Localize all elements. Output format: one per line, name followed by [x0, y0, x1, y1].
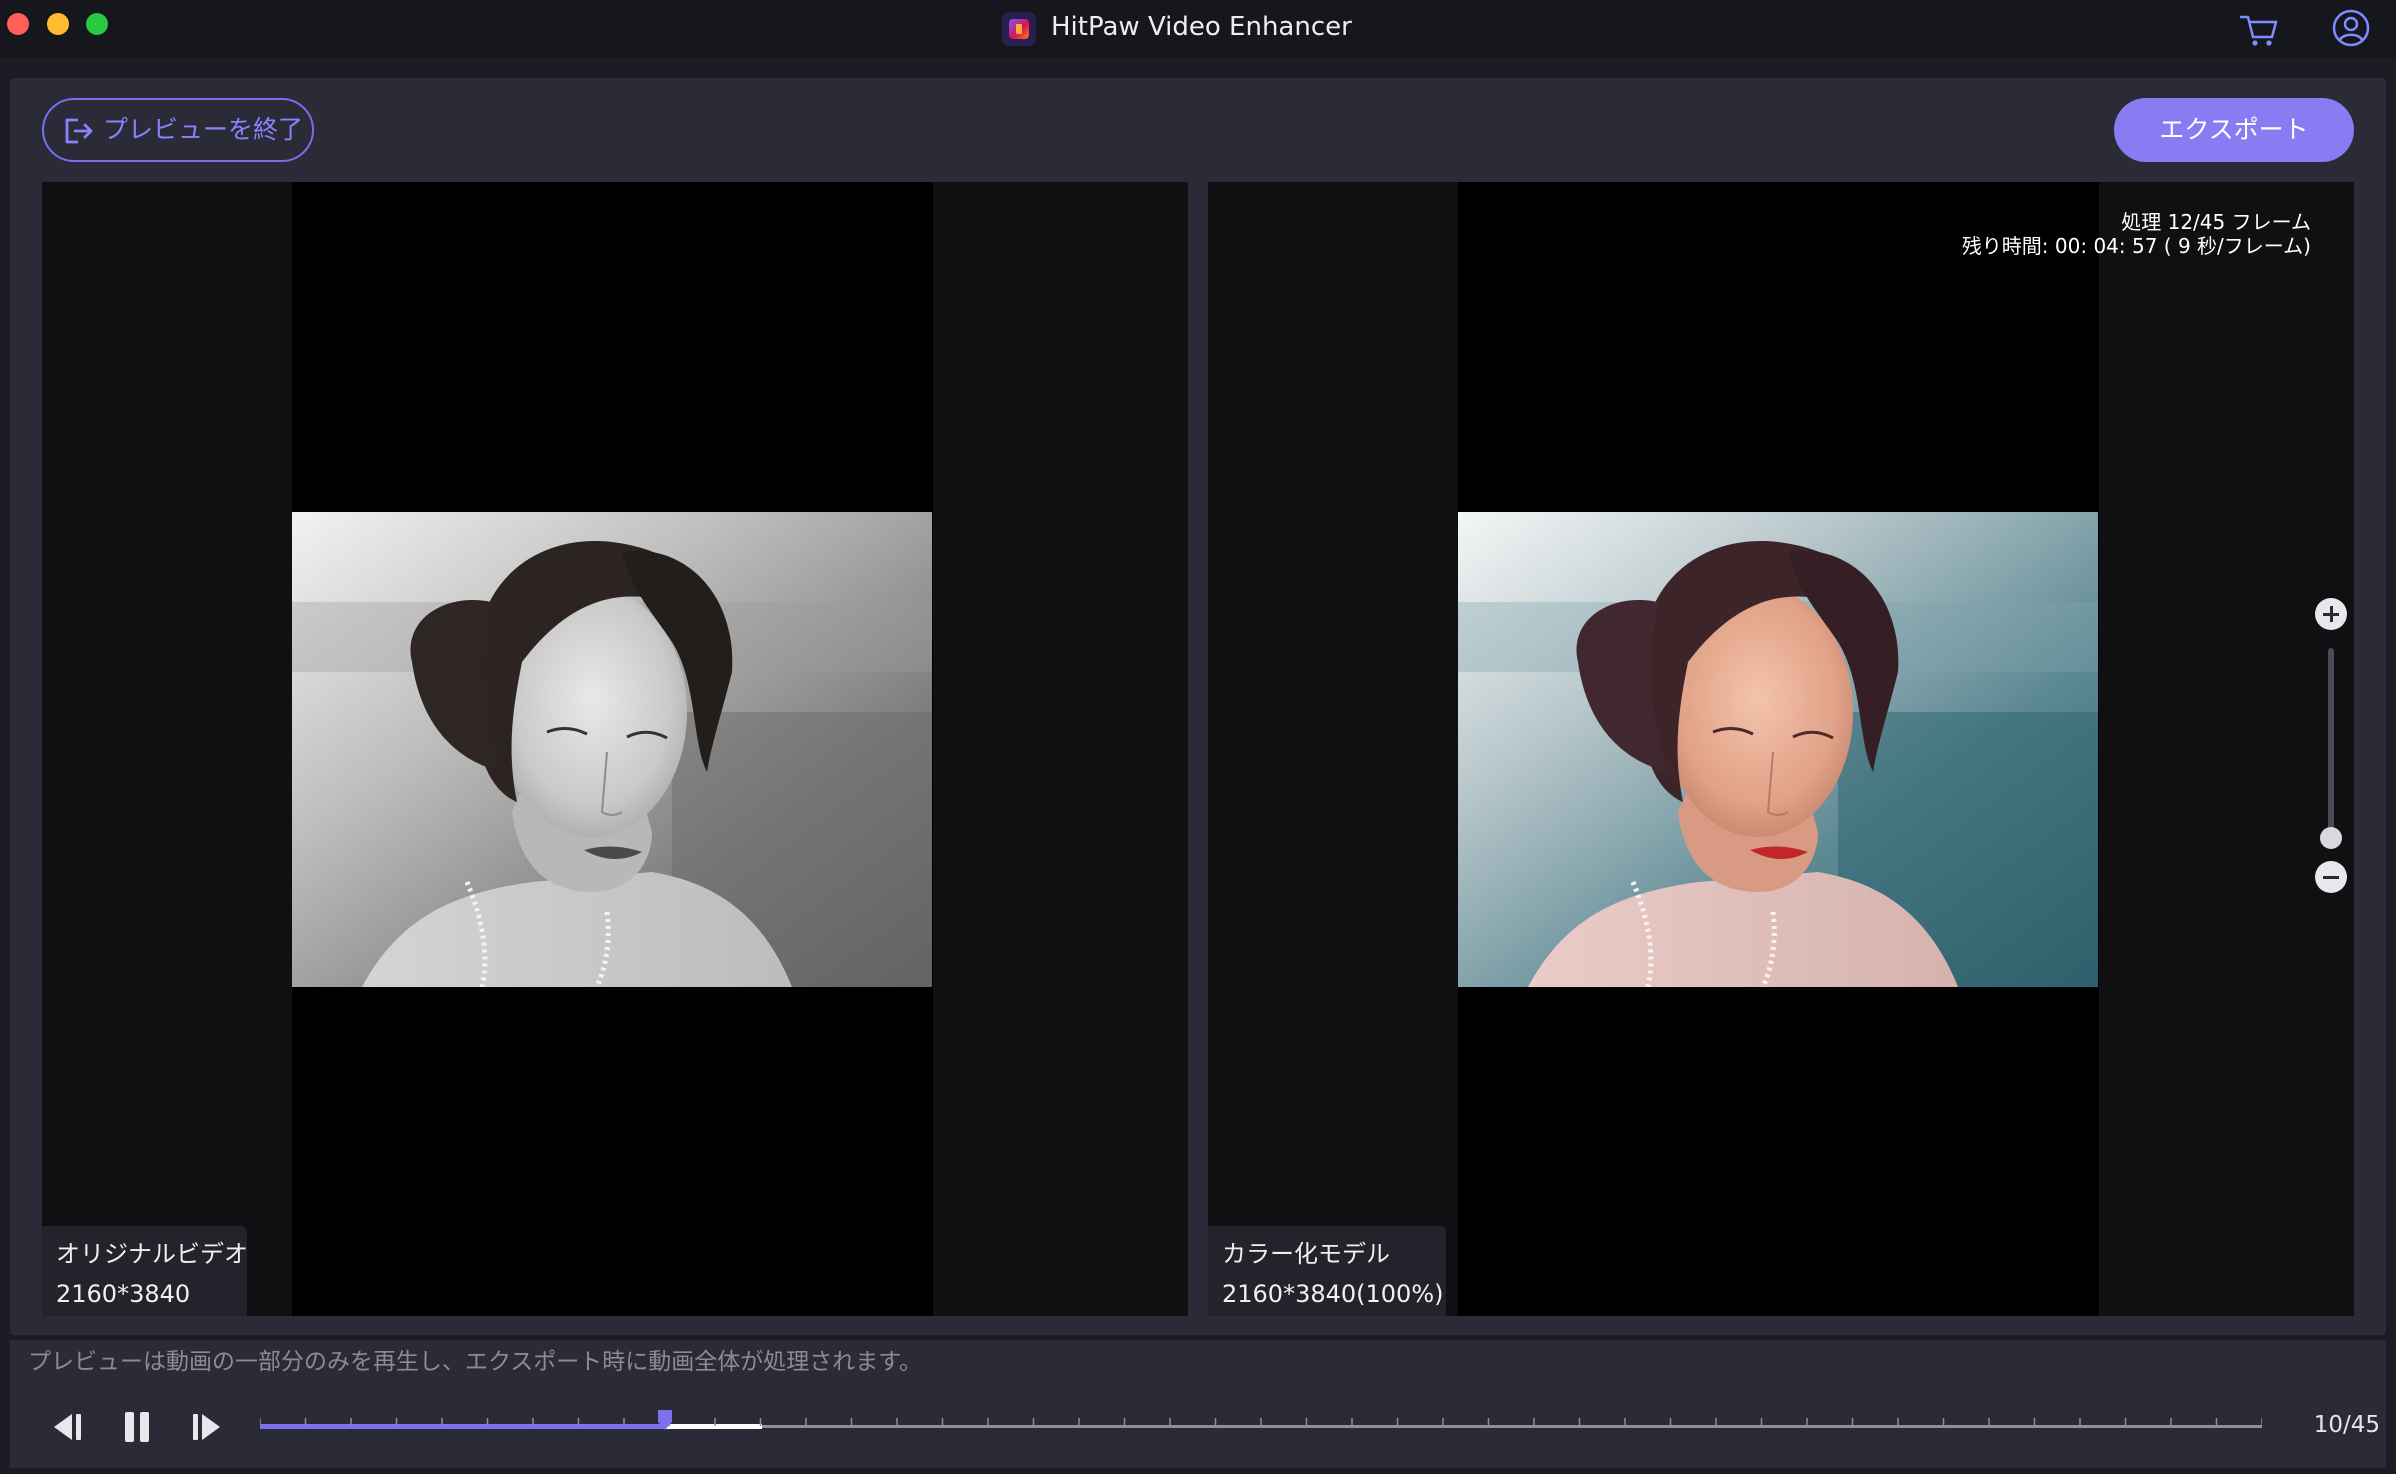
cart-icon[interactable]	[2238, 11, 2280, 49]
exit-preview-button[interactable]: プレビューを終了	[42, 98, 314, 162]
zoom-in-button[interactable]	[2315, 598, 2347, 630]
processing-frames-text: 処理 12/45 フレーム	[2121, 210, 2311, 234]
pause-button[interactable]	[120, 1410, 154, 1444]
zoom-window-button[interactable]	[86, 13, 108, 35]
original-video-label: オリジナルビデオ 2160*3840	[42, 1226, 248, 1316]
minimize-window-button[interactable]	[47, 13, 69, 35]
timeline-slider[interactable]	[260, 1405, 2262, 1449]
processing-progress: 処理 12/45 フレーム 残り時間: 00: 04: 57 ( 9 秒/フレー…	[1962, 210, 2311, 258]
exit-icon	[65, 118, 93, 144]
result-video-pane: 処理 12/45 フレーム 残り時間: 00: 04: 57 ( 9 秒/フレー…	[1208, 182, 2354, 1316]
timeline-ticks	[260, 1418, 2262, 1426]
result-video-resolution: 2160*3840(100%)	[1222, 1280, 1444, 1308]
previous-frame-button[interactable]	[50, 1411, 84, 1443]
result-video-frame	[1458, 512, 2098, 987]
close-window-button[interactable]	[7, 13, 29, 35]
export-label: エクスポート	[2159, 115, 2309, 144]
timeline-playhead[interactable]	[656, 1408, 674, 1432]
account-icon[interactable]	[2331, 8, 2371, 48]
result-video-label: カラー化モデル 2160*3840(100%)	[1208, 1226, 1446, 1316]
exit-preview-label: プレビューを終了	[103, 115, 304, 144]
next-frame-button[interactable]	[190, 1411, 224, 1443]
app-logo-icon	[1002, 12, 1036, 46]
zoom-out-button[interactable]	[2315, 861, 2347, 893]
original-video-name: オリジナルビデオ	[56, 1240, 248, 1268]
zoom-slider-track[interactable]	[2328, 648, 2334, 848]
result-model-name: カラー化モデル	[1222, 1240, 1390, 1268]
preview-hint: プレビューは動画の一部分のみを再生し、エクスポート時に動画全体が処理されます。	[28, 1349, 923, 1375]
remaining-time-text: 残り時間: 00: 04: 57 ( 9 秒/フレーム)	[1961, 234, 2311, 258]
original-video-pane: オリジナルビデオ 2160*3840	[42, 182, 1188, 1316]
zoom-slider-thumb[interactable]	[2320, 827, 2342, 849]
frame-counter: 10/45	[2313, 1412, 2380, 1438]
original-video-frame	[292, 512, 932, 987]
original-video-resolution: 2160*3840	[56, 1280, 191, 1308]
export-button[interactable]: エクスポート	[2114, 98, 2354, 162]
app-title: HitPaw Video Enhancer	[1051, 12, 1352, 42]
title-bar: HitPaw Video Enhancer	[0, 0, 2396, 58]
